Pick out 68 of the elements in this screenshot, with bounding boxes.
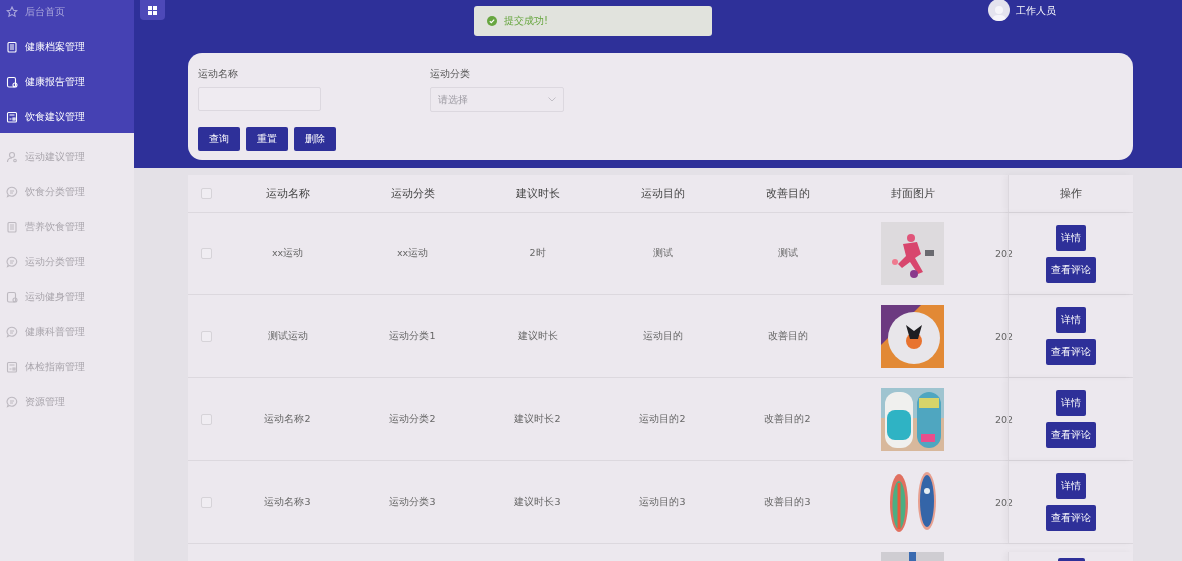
document-icon	[6, 40, 18, 53]
field-label: 运动分类	[430, 67, 471, 81]
chat-icon	[6, 185, 18, 198]
sidebar-item[interactable]: 饮食建议管理	[0, 99, 134, 133]
action-button[interactable]: 详情	[1056, 307, 1086, 333]
column-header: 运动名称	[264, 186, 311, 201]
table-cell-text: xx运动	[395, 247, 430, 260]
table-cell-text: 改善目的	[766, 329, 809, 343]
checkbox[interactable]	[201, 413, 212, 425]
table-cell-text: 测试	[776, 247, 799, 260]
toast-message: 提交成功!	[504, 14, 548, 28]
action-button[interactable]: 详情	[1056, 224, 1086, 251]
sidebar-item[interactable]: 健康报告管理	[0, 64, 134, 99]
table-cell-text: 运动目的	[641, 329, 684, 343]
action-button[interactable]: 重置	[246, 127, 288, 151]
table-cell-text: 运动分类2	[388, 412, 437, 426]
table-cell-text: 运动目的2	[638, 412, 687, 426]
table-cell-text: 2时	[528, 247, 547, 260]
menu-button[interactable]	[140, 0, 165, 20]
user-name[interactable]: 工作人员	[1016, 4, 1056, 18]
action-button[interactable]: 查询	[198, 127, 240, 151]
column-header: 改善目的	[764, 186, 811, 201]
action-button[interactable]: 查看评论	[1046, 256, 1096, 283]
checkbox[interactable]	[201, 496, 212, 508]
checkbox[interactable]	[201, 248, 212, 259]
chat-icon	[6, 325, 18, 338]
column-header: 操作	[1060, 186, 1082, 201]
table-cell-text: 运动名称3	[263, 495, 312, 509]
document-icon	[6, 290, 18, 303]
document-icon	[6, 360, 18, 373]
chat-icon	[6, 395, 18, 408]
field-label: 运动名称	[198, 67, 239, 81]
check-circle-icon	[487, 16, 497, 26]
table-cell-text: 建议时长3	[513, 495, 562, 509]
column-header: 运动分类	[389, 186, 436, 201]
column-header: 建议时长	[514, 186, 561, 201]
table-cell-text: 改善目的3	[763, 495, 812, 509]
grid-icon	[148, 5, 157, 15]
document-icon	[6, 220, 18, 233]
table-cell-text: 运动分类1	[388, 329, 437, 343]
checkbox[interactable]	[201, 330, 212, 342]
table-cell-text: 运动名称2	[263, 412, 312, 426]
action-button[interactable]: 详情	[1056, 473, 1086, 499]
table-cell-text: 改善目的2	[763, 412, 812, 426]
sidebar-item[interactable]: 健康档案管理	[0, 29, 134, 64]
action-button[interactable]: 查看评论	[1046, 505, 1096, 531]
document-icon	[6, 75, 18, 88]
action-button[interactable]: 删除	[294, 127, 336, 151]
sidebar-item[interactable]: 后台首页	[0, 0, 134, 29]
document-icon	[6, 110, 18, 123]
table-cell-text: 建议时长2	[513, 412, 562, 426]
table-cell-text: 运动目的3	[638, 495, 687, 509]
avatar-icon[interactable]	[988, 0, 1010, 21]
action-button[interactable]: 详情	[1056, 390, 1086, 416]
star-icon	[6, 5, 18, 18]
table-cell-text: 运动分类3	[388, 495, 437, 509]
column-header: 封面图片	[889, 186, 936, 201]
column-header: 运动目的	[639, 186, 686, 201]
table-cell-text: xx运动	[270, 247, 305, 260]
person-icon	[6, 150, 18, 163]
chevron-down-icon	[548, 97, 556, 102]
table-cell-text: 测试运动	[266, 329, 309, 343]
table-cell-text: 建议时长	[516, 329, 559, 343]
action-button[interactable]: 查看评论	[1046, 339, 1096, 365]
action-button[interactable]: 查看评论	[1046, 422, 1096, 448]
checkbox[interactable]	[201, 188, 212, 199]
table-cell-text: 测试	[651, 247, 674, 260]
chat-icon	[6, 255, 18, 268]
